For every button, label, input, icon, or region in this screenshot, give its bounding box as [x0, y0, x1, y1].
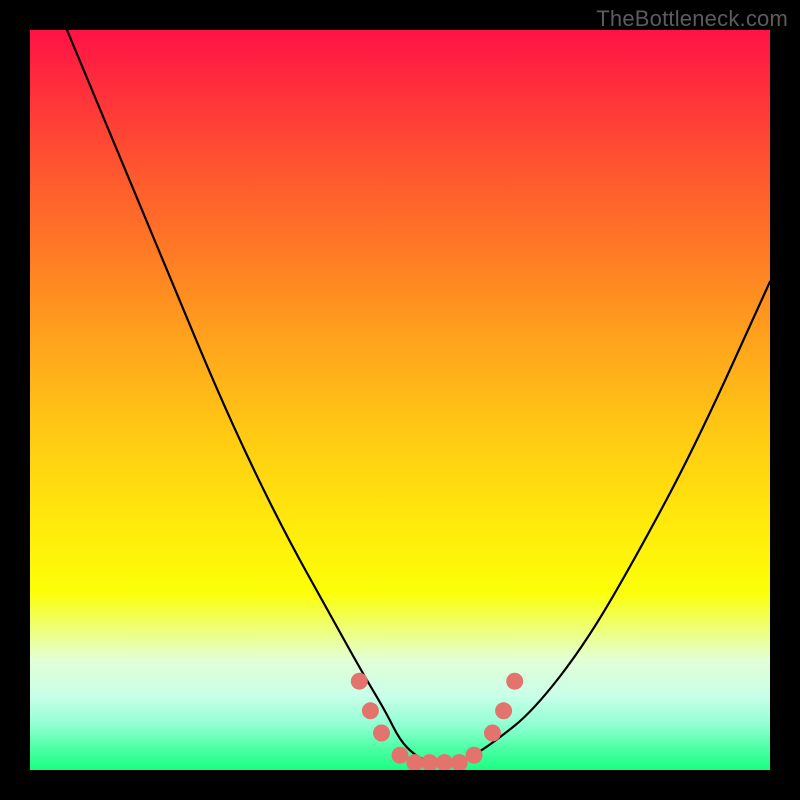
curve-marker — [373, 725, 390, 742]
curve-layer — [30, 30, 770, 770]
curve-marker — [484, 725, 501, 742]
curve-marker — [351, 673, 368, 690]
watermark-text: TheBottleneck.com — [596, 6, 788, 32]
curve-marker — [466, 747, 483, 764]
curve-marker — [362, 702, 379, 719]
plot-area — [30, 30, 770, 770]
curve-marker — [406, 754, 423, 770]
chart-frame: TheBottleneck.com — [0, 0, 800, 800]
bottleneck-curve — [67, 30, 770, 763]
curve-markers — [351, 673, 523, 770]
curve-marker — [392, 747, 409, 764]
curve-marker — [436, 754, 453, 770]
curve-marker — [421, 754, 438, 770]
curve-marker — [506, 673, 523, 690]
curve-marker — [451, 754, 468, 770]
curve-marker — [495, 702, 512, 719]
